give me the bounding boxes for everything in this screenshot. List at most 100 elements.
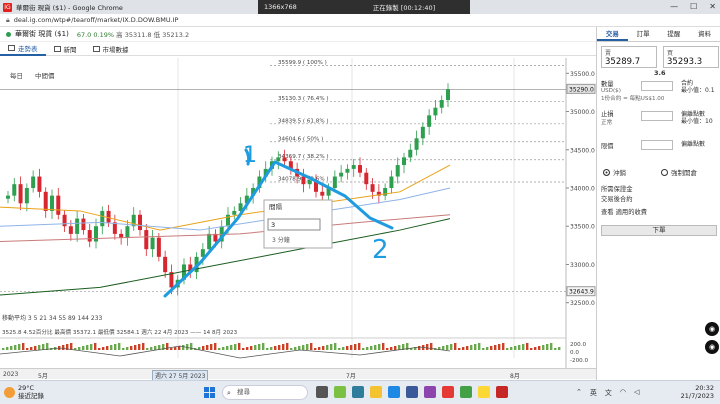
stop-input[interactable] [641, 111, 673, 121]
taskbar-search[interactable]: ⌕ 搜尋 [222, 385, 308, 400]
tab-chart[interactable]: 走勢表 [0, 42, 46, 56]
price-tick-label: 34500.0 [570, 147, 595, 154]
ime-indicator[interactable]: 英 [590, 388, 597, 398]
oscillator-bar [222, 347, 225, 350]
minimize-button[interactable]: — [670, 2, 678, 11]
radio-on-icon [603, 168, 610, 176]
oscillator-bar [334, 343, 337, 350]
taskbar: 29°C 接近記錄 ⌕ 搜尋 ⌃ 英 文 ◠ ◁ 20:32 21/7/2023 [0, 380, 720, 404]
url-text[interactable]: deal.ig.com/wtp#/tearoff/market/IX.D.DOW… [14, 16, 179, 24]
app-icon[interactable] [442, 386, 454, 398]
oscillator-bar [354, 344, 357, 350]
oscillator-bar [142, 343, 145, 350]
candle-body [301, 176, 306, 185]
oscillator-bar [282, 344, 285, 350]
candle-body [62, 214, 67, 227]
oscillator-tick-label: -200.0 [570, 358, 588, 364]
oscillator-bar [130, 346, 133, 350]
tab-news[interactable]: 新聞 [46, 42, 85, 56]
stop-unit[interactable]: 偏離點數 最小值：10 [681, 111, 713, 125]
period-daily[interactable]: 每日 [10, 70, 23, 80]
taskview-icon[interactable] [316, 386, 328, 398]
price-tick-label: 35000.0 [570, 109, 595, 116]
ticket-tabs: 交易 訂單 提醒 資料 [597, 27, 720, 42]
period-mid[interactable]: 中間價 [35, 70, 55, 80]
change-pct: 0.19% [93, 31, 115, 39]
oscillator-bar [458, 348, 461, 350]
oscillator-bar [374, 345, 377, 350]
oscillator-bar [166, 343, 169, 350]
oscillator-bar [26, 348, 29, 350]
date-label: 5月 [38, 373, 48, 380]
volume-icon[interactable]: ◁ [634, 388, 639, 398]
oscillator-bar [98, 348, 101, 350]
oscillator-bar [346, 346, 349, 350]
teams-icon[interactable] [352, 386, 364, 398]
quantity-input[interactable] [641, 81, 673, 91]
app-icon[interactable] [424, 386, 436, 398]
chart-icon [8, 44, 15, 51]
eye-icon[interactable]: ◉ [705, 340, 719, 354]
oscillator-bar [238, 343, 241, 350]
store-icon[interactable] [406, 386, 418, 398]
oscillator-bar [486, 347, 489, 350]
tab-trade[interactable]: 交易 [597, 27, 628, 41]
sell-button[interactable]: 賣 35289.7 [601, 46, 657, 68]
oscillator-bar [190, 343, 193, 350]
tab-info[interactable]: 資料 [689, 27, 720, 41]
date-axis: 2023 5月 週六 27 5月 2023 7月 8月 [0, 368, 596, 381]
ig-app-icon[interactable] [496, 386, 508, 398]
place-order-button[interactable]: 下單 [601, 225, 717, 236]
oscillator-bar [426, 344, 429, 350]
low-value: 低 35213.2 [153, 31, 190, 39]
radio-force-open[interactable]: 強制開倉 [661, 167, 697, 177]
limit-unit[interactable]: 偏離點數 [681, 141, 705, 148]
oscillator-bar [482, 348, 485, 350]
widget-icon[interactable] [334, 386, 346, 398]
oscillator-bar [450, 344, 453, 350]
candle-body [207, 233, 212, 250]
market-stats: 67.0 0.19% 高 35311.8 低 35213.2 [77, 29, 189, 39]
ig-favicon: IG [3, 2, 12, 12]
oscillator-bar [558, 347, 561, 350]
candle-body [408, 149, 413, 158]
limit-input[interactable] [641, 140, 673, 150]
edge-icon[interactable] [388, 386, 400, 398]
tab-alerts[interactable]: 提醒 [659, 27, 690, 41]
oscillator-bar [418, 346, 421, 350]
weather-widget[interactable]: 29°C 接近記錄 [18, 384, 44, 400]
chart-canvas[interactable]: 35500.0 35000.0 34500.0 34000.0 33500.0 33000… [0, 58, 596, 370]
oscillator-bar [514, 346, 517, 350]
oscillator-bar [170, 348, 173, 350]
oscillator-bar [62, 345, 65, 350]
fees-link[interactable]: 查看 適用的收費 [601, 207, 647, 216]
maximize-button[interactable]: ☐ [690, 2, 697, 11]
wifi-icon[interactable]: ◠ [620, 388, 626, 398]
radio-hedge[interactable]: 沖銷 [603, 167, 626, 177]
tab-orders[interactable]: 訂單 [628, 27, 659, 41]
ime-mode[interactable]: 文 [605, 388, 612, 398]
oscillator-bar [86, 345, 89, 350]
start-icon[interactable] [204, 387, 215, 398]
oscillator-bar [230, 345, 233, 350]
window-controls: — ☐ ✕ [670, 2, 716, 11]
app-icon[interactable] [460, 386, 472, 398]
high-value: 高 35311.8 [116, 31, 152, 39]
buy-button[interactable]: 買 35293.3 [663, 46, 719, 68]
tab-market-data[interactable]: 市場數據 [85, 42, 137, 56]
oscillator-bar [106, 346, 109, 350]
tray-chevron-icon[interactable]: ⌃ [576, 388, 582, 398]
eye-icon[interactable]: ◉ [705, 322, 719, 336]
chrome-icon[interactable] [478, 386, 490, 398]
oscillator-bar [278, 345, 281, 350]
price-chart[interactable]: 35500.0 35000.0 34500.0 34000.0 33500.0 33000… [0, 58, 596, 370]
annotation-label: 1 [243, 143, 257, 168]
change-value: 67.0 [76, 31, 92, 39]
oscillator-bar [322, 346, 325, 350]
oscillator-bar [386, 348, 389, 350]
candle-body [68, 226, 73, 234]
close-button[interactable]: ✕ [709, 2, 716, 11]
clock[interactable]: 20:32 21/7/2023 [670, 384, 714, 400]
search-icon: ⌕ [227, 389, 231, 397]
explorer-icon[interactable] [370, 386, 382, 398]
